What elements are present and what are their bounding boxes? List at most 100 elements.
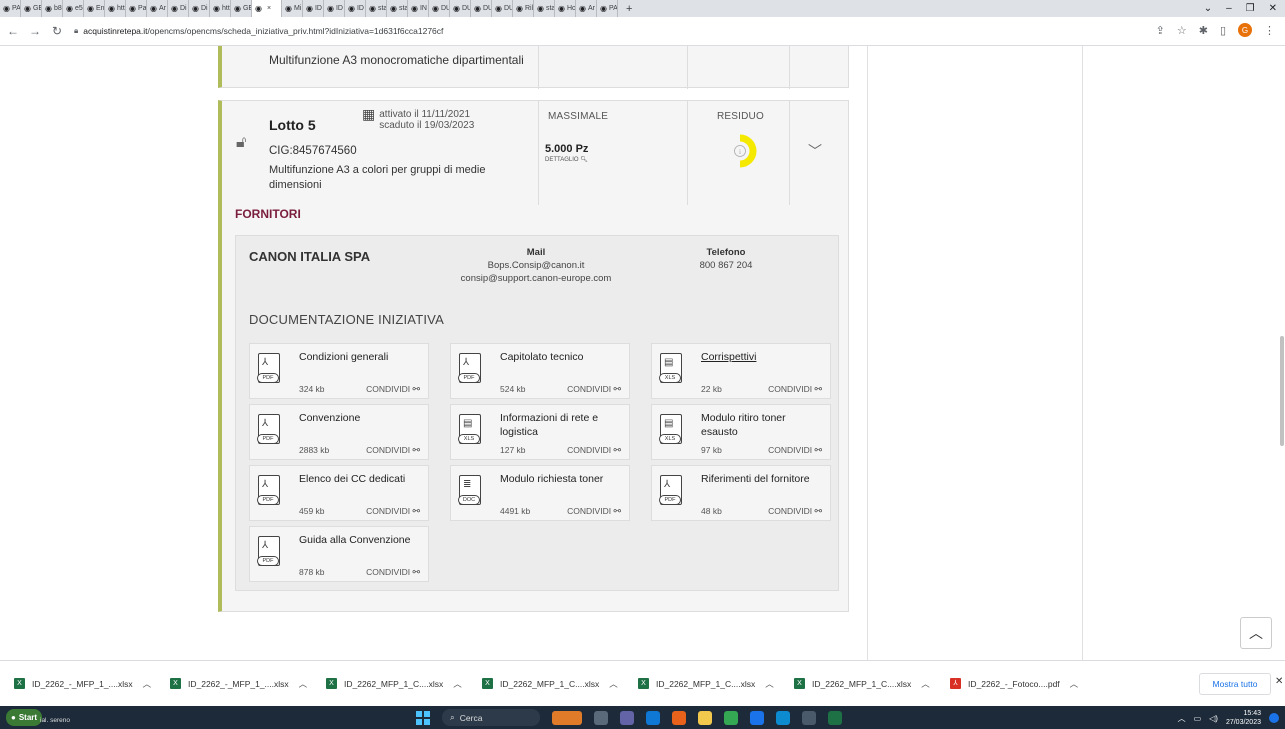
document-name[interactable]: Capitolato tecnico [500, 350, 624, 364]
close-window-icon[interactable]: ✕ [1269, 3, 1277, 14]
share-link[interactable]: CONDIVIDI ⚯ [567, 445, 621, 456]
chevron-up-icon[interactable]: ︿ [143, 678, 152, 690]
new-tab-button[interactable]: + [618, 0, 640, 17]
browser-tab[interactable]: ◉ Pa [126, 0, 147, 17]
scrollbar-thumb[interactable] [1280, 336, 1284, 446]
download-item[interactable]: X ID_2262_MFP_1_C....xlsx ︿ [482, 678, 638, 690]
browser-icon[interactable] [776, 710, 790, 725]
clock[interactable]: 15:43 27/03/2023 [1226, 709, 1261, 727]
browser-tab[interactable]: ◉ e5 [63, 0, 84, 17]
browser-tab[interactable]: ◉ htt [210, 0, 231, 17]
start-button[interactable]: ● Start [6, 709, 43, 726]
share-link[interactable]: CONDIVIDI ⚯ [366, 445, 420, 456]
document-name[interactable]: Riferimenti del fornitore [701, 472, 825, 486]
share-link[interactable]: CONDIVIDI ⚯ [567, 506, 621, 517]
forward-icon[interactable]: → [26, 24, 44, 38]
browser-tab[interactable]: ◉ Ar [147, 0, 168, 17]
edge-icon[interactable] [646, 710, 660, 725]
dettaglio-link[interactable]: DETTAGLIO 🔍︎ [545, 156, 588, 163]
download-item[interactable]: X ID_2262_MFP_1_C....xlsx ︿ [794, 678, 950, 690]
browser-tab[interactable]: ◉ Di [189, 0, 210, 17]
document-name[interactable]: Guida alla Convenzione [299, 533, 423, 547]
download-item[interactable]: X ID_2262_-_MFP_1_....xlsx ︿ [170, 678, 326, 690]
chevron-up-icon[interactable]: ︿ [1070, 678, 1079, 690]
volume-icon[interactable]: ◁) [1209, 714, 1218, 723]
share-link[interactable]: CONDIVIDI ⚯ [567, 384, 621, 395]
file-explorer-icon[interactable] [698, 710, 712, 725]
share-icon[interactable]: ⇪ [1156, 24, 1165, 37]
chevron-up-icon[interactable]: ︿ [299, 678, 308, 690]
download-item[interactable]: ⅄ ID_2262_-_Fotoco....pdf ︿ [950, 678, 1106, 690]
tab-search-icon[interactable]: ⌄ [1204, 3, 1212, 14]
document-card[interactable]: ⅄ PDF Elenco dei CC dedicati 459 kb CONDIVID… [249, 465, 429, 521]
excel-icon[interactable] [828, 710, 842, 725]
close-downloads-icon[interactable]: ✕ [1275, 676, 1283, 687]
extensions-icon[interactable]: ✱ [1199, 24, 1208, 37]
document-card[interactable]: ▤ XLS Modulo ritiro toner esausto 97 kb COND… [651, 404, 831, 460]
reload-icon[interactable]: ↻ [48, 24, 66, 38]
browser-tab[interactable]: ◉ IN [408, 0, 429, 17]
browser-tab[interactable]: ◉DU [429, 0, 450, 17]
share-link[interactable]: CONDIVIDI ⚯ [768, 506, 822, 517]
browser-tab[interactable]: ◉ Ho [555, 0, 576, 17]
browser-tab[interactable]: ◉ b8 [42, 0, 63, 17]
task-view-icon[interactable] [594, 710, 608, 725]
browser-tab[interactable]: ◉ sta [366, 0, 387, 17]
document-card[interactable]: ▤ XLS Corrispettivi 22 kb CONDIVIDI ⚯ [651, 343, 831, 399]
browser-tab[interactable]: ◉ PA [0, 0, 21, 17]
app-icon[interactable] [802, 710, 816, 725]
url-field[interactable]: 🔒︎ acquistinretepa.it /opencms/opencms/s… [74, 26, 443, 36]
firefox-icon[interactable] [672, 710, 686, 725]
browser-tab[interactable]: ◉ sta [387, 0, 408, 17]
document-name[interactable]: Modulo ritiro toner esausto [701, 411, 825, 439]
document-name[interactable]: Convenzione [299, 411, 423, 425]
browser-tab[interactable]: ◉DU [471, 0, 492, 17]
download-item[interactable]: X ID_2262_MFP_1_C....xlsx ︿ [638, 678, 794, 690]
windows-logo-icon[interactable] [416, 710, 430, 725]
browser-tab[interactable]: ◉DU [450, 0, 471, 17]
browser-tab[interactable]: ◉ PA [597, 0, 618, 17]
document-name[interactable]: Elenco dei CC dedicati [299, 472, 423, 486]
share-link[interactable]: CONDIVIDI ⚯ [768, 384, 822, 395]
document-name[interactable]: Corrispettivi [701, 350, 825, 364]
notification-icon[interactable] [1269, 713, 1279, 723]
chevron-up-icon[interactable]: ︿ [609, 678, 618, 690]
document-name[interactable]: Informazioni di rete e logistica [500, 411, 624, 439]
browser-tab[interactable]: ◉ ID [324, 0, 345, 17]
share-link[interactable]: CONDIVIDI ⚯ [366, 384, 420, 395]
taskbar-search[interactable]: ⌕ Cerca [442, 709, 540, 726]
profile-avatar[interactable]: G [1238, 23, 1252, 37]
back-icon[interactable]: ← [4, 24, 22, 38]
browser-tab[interactable]: ◉ Ar [576, 0, 597, 17]
bookmark-star-icon[interactable]: ☆ [1177, 24, 1187, 37]
store-icon[interactable] [750, 710, 764, 725]
tray-chevron-icon[interactable]: ︿ [1178, 713, 1186, 724]
network-icon[interactable]: ▭ [1194, 714, 1202, 723]
widgets-icon[interactable] [552, 710, 582, 725]
browser-tab[interactable]: ◉ ID [303, 0, 324, 17]
scroll-to-top-button[interactable]: ︿ [1240, 617, 1272, 649]
chevron-up-icon[interactable]: ︿ [765, 678, 774, 690]
document-card[interactable]: ⅄ PDF Capitolato tecnico 524 kb CONDIVIDI ⚯ [450, 343, 630, 399]
browser-tab[interactable]: ◉GE [231, 0, 252, 17]
browser-tab[interactable]: ◉ sta [534, 0, 555, 17]
browser-tab[interactable]: ◉ Ril [513, 0, 534, 17]
show-all-button[interactable]: Mostra tutto [1199, 673, 1271, 695]
browser-tab-active[interactable]: ◉ × [252, 0, 282, 17]
sidepanel-icon[interactable]: ▯ [1220, 24, 1226, 37]
document-card[interactable]: ⅄ PDF Riferimenti del fornitore 48 kb CONDIV… [651, 465, 831, 521]
browser-tab[interactable]: ◉ ID [345, 0, 366, 17]
browser-tab[interactable]: ◉ Mi [282, 0, 303, 17]
document-name[interactable]: Condizioni generali [299, 350, 423, 364]
chevron-up-icon[interactable]: ︿ [921, 678, 930, 690]
document-card[interactable]: ≣ DOC Modulo richiesta toner 4491 kb CONDIVI… [450, 465, 630, 521]
document-card[interactable]: ⅄ PDF Condizioni generali 324 kb CONDIVIDI ⚯ [249, 343, 429, 399]
download-item[interactable]: X ID_2262_-_MFP_1_....xlsx ︿ [14, 678, 170, 690]
document-name[interactable]: Modulo richiesta toner [500, 472, 624, 486]
browser-tab[interactable]: ◉ En [84, 0, 105, 17]
tab-close-icon[interactable]: × [267, 5, 271, 12]
share-link[interactable]: CONDIVIDI ⚯ [366, 506, 420, 517]
chrome-icon[interactable] [724, 710, 738, 725]
document-card[interactable]: ▤ XLS Informazioni di rete e logistica 127 … [450, 404, 630, 460]
browser-tab[interactable]: ◉DU [492, 0, 513, 17]
